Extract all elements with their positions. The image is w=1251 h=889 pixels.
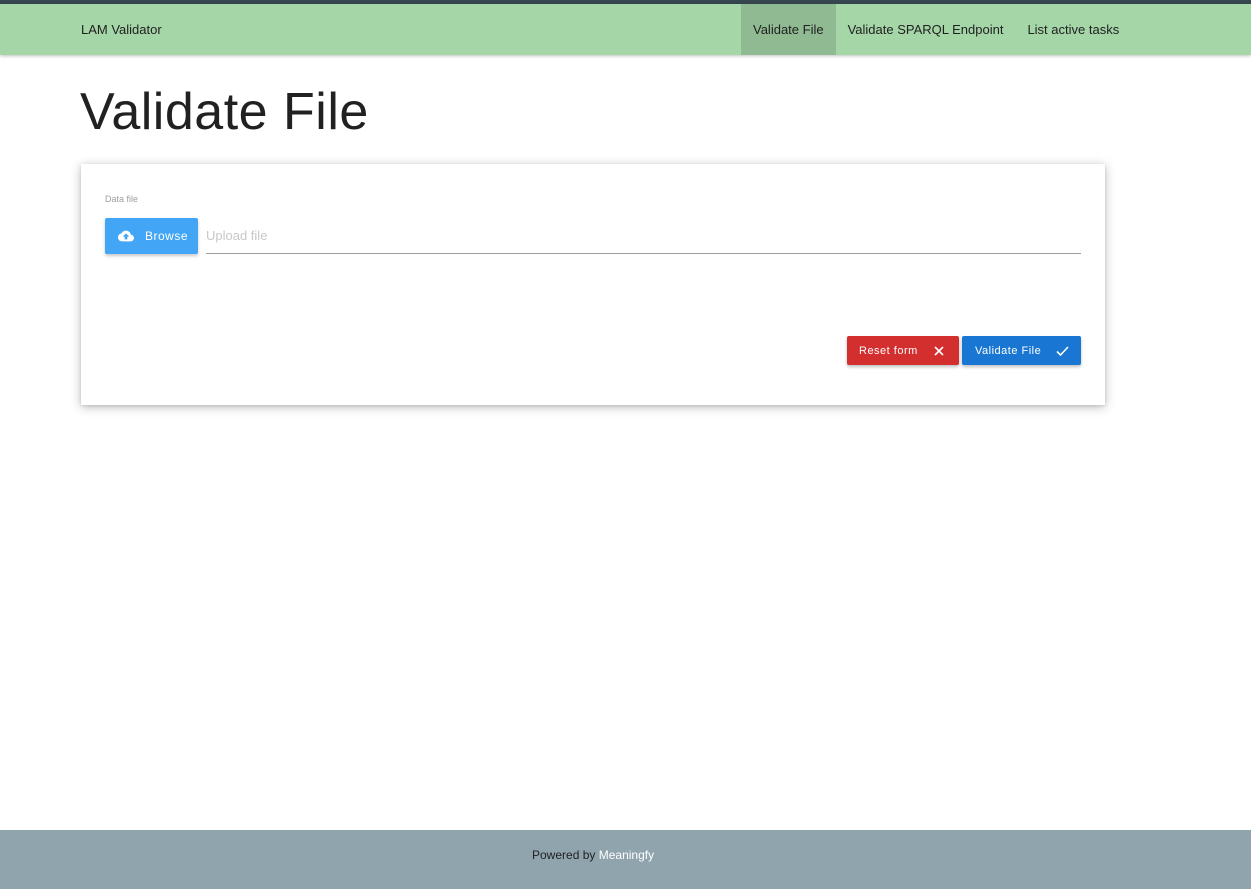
validate-file-label: Validate File (975, 344, 1042, 357)
reset-form-button[interactable]: Reset form (847, 336, 959, 365)
meaningfy-link[interactable]: Meaningfy (599, 848, 654, 862)
cloud-upload-icon (118, 228, 134, 244)
navbar: LAM Validator Validate File Validate SPA… (0, 4, 1251, 55)
check-icon (1056, 345, 1069, 357)
close-icon (933, 345, 945, 357)
upload-file-input[interactable] (206, 218, 1081, 254)
brand-link[interactable]: LAM Validator (81, 4, 162, 55)
nav-validate-file[interactable]: Validate File (741, 4, 836, 55)
data-file-label: Data file (105, 194, 139, 204)
browse-label: Browse (145, 229, 189, 243)
browse-button[interactable]: Browse (105, 218, 198, 254)
validate-form-card: Data file Browse Reset form Validate Fil… (81, 164, 1105, 405)
reset-form-label: Reset form (859, 344, 918, 357)
nav-validate-sparql-endpoint[interactable]: Validate SPARQL Endpoint (836, 4, 1016, 55)
footer: Powered by Meaningfy (0, 830, 1251, 889)
validate-file-button[interactable]: Validate File (962, 336, 1081, 365)
nav-list-active-tasks[interactable]: List active tasks (1015, 4, 1131, 55)
footer-text: Powered by Meaningfy (532, 830, 654, 880)
footer-prefix: Powered by (532, 848, 596, 862)
page-title: Validate File (80, 83, 369, 141)
nav-links: Validate File Validate SPARQL Endpoint L… (741, 4, 1131, 55)
